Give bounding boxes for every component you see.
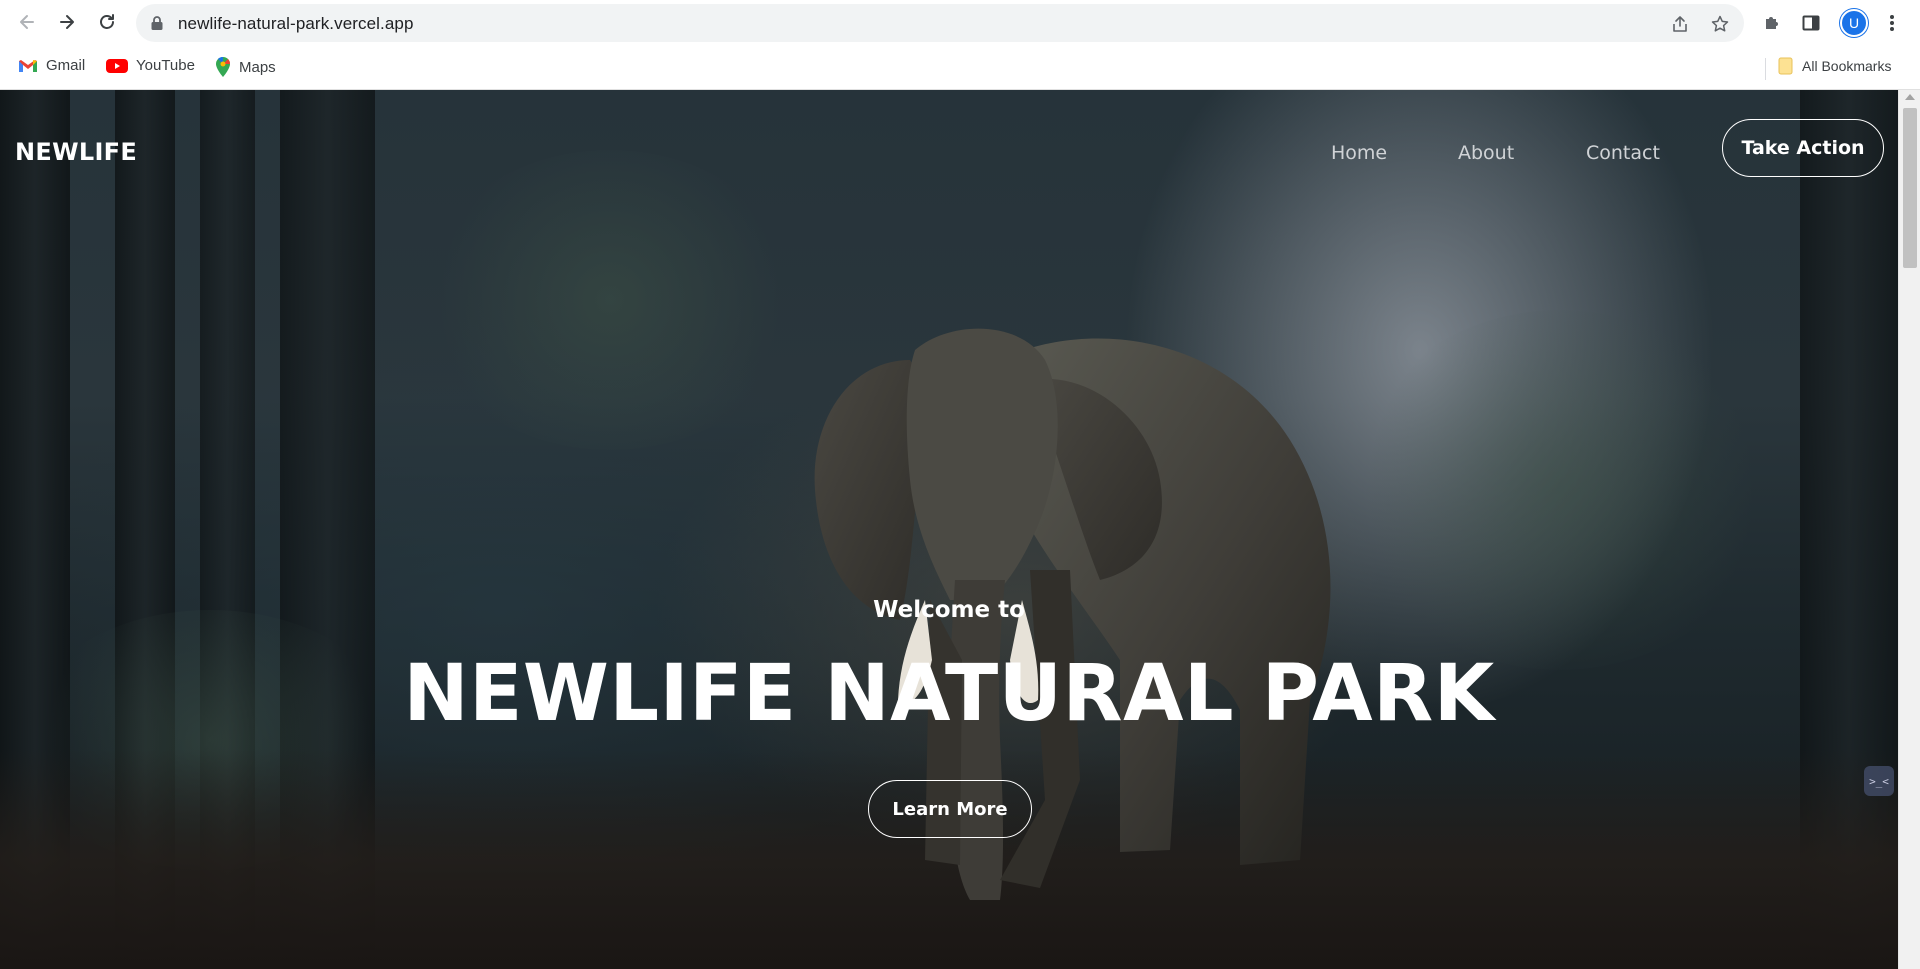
side-panel-icon bbox=[1802, 15, 1820, 31]
nav-home-link[interactable]: Home bbox=[1331, 142, 1387, 164]
bookmark-youtube[interactable]: YouTube bbox=[106, 57, 195, 74]
bookmarks-divider bbox=[1765, 58, 1766, 80]
kebab-menu-icon bbox=[1890, 15, 1894, 31]
bookmark-maps[interactable]: Maps bbox=[215, 57, 276, 77]
all-bookmarks-label: All Bookmarks bbox=[1802, 58, 1892, 74]
bookmark-star-button[interactable] bbox=[1708, 12, 1732, 36]
hero-section: NEWLIFE Home About Contact Take Action W… bbox=[0, 90, 1898, 969]
profile-avatar[interactable]: U bbox=[1840, 9, 1868, 37]
bookmark-label: YouTube bbox=[136, 57, 195, 74]
bookmarks-bar: Gmail YouTube Maps All Bookmarks bbox=[0, 46, 1920, 90]
bookmark-gmail[interactable]: Gmail bbox=[18, 57, 85, 74]
hero-title: NEWLIFE NATURAL PARK bbox=[403, 649, 1495, 739]
nav-contact-link[interactable]: Contact bbox=[1586, 142, 1660, 164]
bookmark-label: Gmail bbox=[46, 57, 86, 74]
browser-menu-button[interactable] bbox=[1878, 9, 1906, 37]
site-logo[interactable]: NEWLIFE bbox=[15, 138, 137, 166]
lock-icon bbox=[151, 16, 163, 30]
address-bar[interactable]: newlife-natural-park.vercel.app bbox=[136, 4, 1744, 42]
forward-button[interactable] bbox=[52, 7, 82, 37]
star-icon bbox=[1711, 15, 1729, 32]
share-icon bbox=[1673, 16, 1687, 32]
reload-icon bbox=[100, 14, 114, 29]
url-text: newlife-natural-park.vercel.app bbox=[178, 14, 414, 33]
back-button[interactable] bbox=[12, 7, 42, 37]
arrow-right-icon bbox=[60, 15, 74, 29]
youtube-icon bbox=[106, 58, 128, 73]
arrow-left-icon bbox=[20, 15, 34, 29]
learn-more-button[interactable]: Learn More bbox=[868, 780, 1032, 838]
reload-button[interactable] bbox=[92, 7, 122, 37]
floating-widget-button[interactable]: >_< bbox=[1864, 766, 1894, 796]
puzzle-icon bbox=[1766, 17, 1778, 29]
nav-about-link[interactable]: About bbox=[1458, 142, 1514, 164]
browser-toolbar: newlife-natural-park.vercel.app U bbox=[0, 0, 1920, 46]
all-bookmarks-button[interactable]: All Bookmarks bbox=[1778, 57, 1891, 75]
take-action-button[interactable]: Take Action bbox=[1722, 119, 1884, 177]
scroll-up-arrow-icon[interactable] bbox=[1905, 94, 1915, 100]
bookmark-label: Maps bbox=[239, 58, 276, 76]
scrollbar-thumb[interactable] bbox=[1903, 108, 1917, 268]
hero-welcome-text: Welcome to bbox=[873, 597, 1025, 623]
folder-icon bbox=[1778, 57, 1793, 75]
extensions-button[interactable] bbox=[1758, 9, 1786, 37]
page-scrollbar[interactable] bbox=[1898, 90, 1920, 969]
gmail-icon bbox=[19, 59, 37, 72]
maps-icon bbox=[216, 57, 231, 77]
share-button[interactable] bbox=[1668, 12, 1692, 36]
side-panel-button[interactable] bbox=[1797, 9, 1825, 37]
